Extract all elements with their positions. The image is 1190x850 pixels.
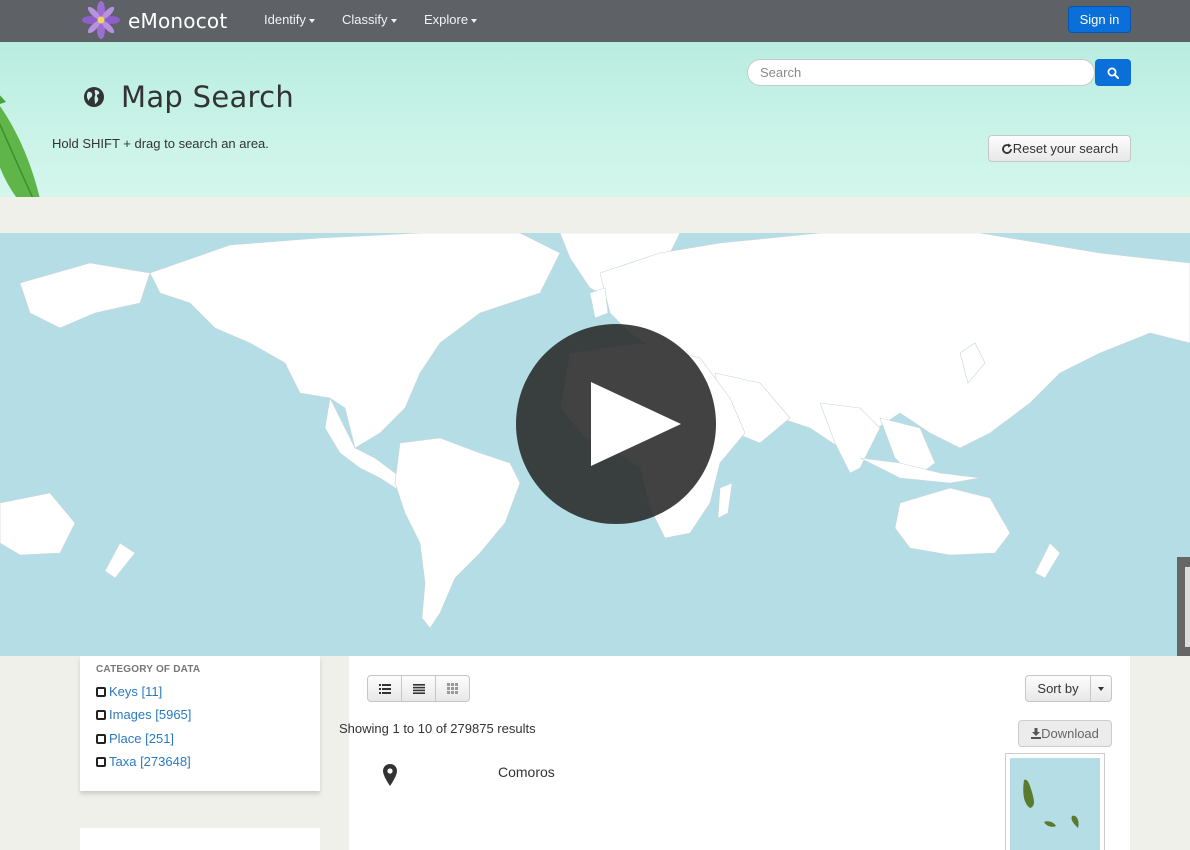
grid-icon (447, 683, 458, 694)
sort-dropdown-toggle[interactable] (1090, 675, 1112, 702)
facet-item-keys[interactable]: Keys [11] (96, 684, 162, 699)
reset-search-button[interactable]: Reset your search (988, 135, 1131, 162)
view-mode-toggle (367, 675, 470, 702)
play-icon (591, 382, 681, 466)
facet-item-images[interactable]: Images [5965] (96, 707, 191, 722)
nav-explore[interactable]: Explore (424, 12, 478, 27)
list-icon (378, 683, 391, 694)
sort-button[interactable]: Sort by (1025, 675, 1091, 702)
sign-in-button[interactable]: Sign in (1068, 6, 1131, 33)
search-button[interactable] (1095, 59, 1131, 86)
facet-checkbox[interactable] (96, 709, 106, 720)
globe-icon (84, 87, 104, 107)
nav-classify-label: Classify (342, 12, 388, 27)
brand-link[interactable]: eMonocot (80, 0, 227, 42)
reset-search-label: Reset your search (1012, 141, 1119, 156)
search-icon (1107, 67, 1119, 79)
page-title-text: Map Search (121, 80, 295, 114)
island-map-image (1023, 779, 1079, 828)
side-scroll-handle[interactable] (1177, 557, 1190, 656)
facet-item-label: Images [5965] (109, 707, 192, 722)
facet-item-place[interactable]: Place [251] (96, 731, 174, 746)
results-count: Showing 1 to 10 of 279875 results (339, 721, 536, 736)
grid-view-button[interactable] (435, 675, 470, 702)
secondary-facet-panel (80, 828, 320, 850)
map-pin-icon (383, 764, 397, 786)
caret-down-icon (1098, 686, 1104, 691)
comoros-map-thumbnail (1010, 758, 1100, 850)
facet-checkbox[interactable] (96, 686, 106, 697)
top-navbar: eMonocot Identify Classify Explore Sign … (0, 0, 1190, 42)
list-view-button[interactable] (367, 675, 402, 702)
page-title: Map Search (83, 80, 294, 114)
facet-checkbox[interactable] (96, 733, 106, 744)
facet-checkbox[interactable] (96, 756, 106, 767)
download-icon (1031, 728, 1042, 739)
download-button[interactable]: Download (1018, 720, 1112, 747)
detail-list-icon (412, 683, 425, 694)
world-map[interactable] (0, 233, 1190, 656)
flower-logo-icon (82, 1, 120, 39)
caret-down-icon (308, 18, 315, 23)
result-thumbnail[interactable] (1005, 753, 1105, 850)
category-facet-panel: CATEGORY OF DATA Keys [11] Images [5965]… (80, 656, 320, 791)
nav-identify-label: Identify (264, 12, 306, 27)
facet-item-label: Keys [11] (109, 684, 163, 699)
map-hint-text: Hold SHIFT + drag to search an area. (52, 136, 269, 151)
leaf-decoration-icon (0, 95, 40, 197)
facet-item-taxa[interactable]: Taxa [273648] (96, 754, 191, 769)
result-title-link[interactable]: Comoros (498, 764, 555, 780)
result-item (383, 764, 397, 791)
caret-down-icon (390, 18, 397, 23)
nav-explore-label: Explore (424, 12, 469, 27)
search-input[interactable] (747, 59, 1095, 86)
facet-title: CATEGORY OF DATA (96, 664, 201, 675)
facet-item-label: Taxa [273648] (109, 754, 191, 769)
brand-name: eMonocot (128, 9, 228, 33)
nav-classify[interactable]: Classify (342, 12, 397, 27)
nav-identify[interactable]: Identify (264, 12, 315, 27)
detail-view-button[interactable] (401, 675, 436, 702)
download-label: Download (1041, 726, 1099, 741)
facet-item-label: Place [251] (109, 731, 175, 746)
play-button[interactable] (516, 324, 716, 524)
caret-down-icon (471, 18, 478, 23)
page-header: Map Search Hold SHIFT + drag to search a… (0, 42, 1190, 197)
refresh-icon (1001, 143, 1012, 154)
